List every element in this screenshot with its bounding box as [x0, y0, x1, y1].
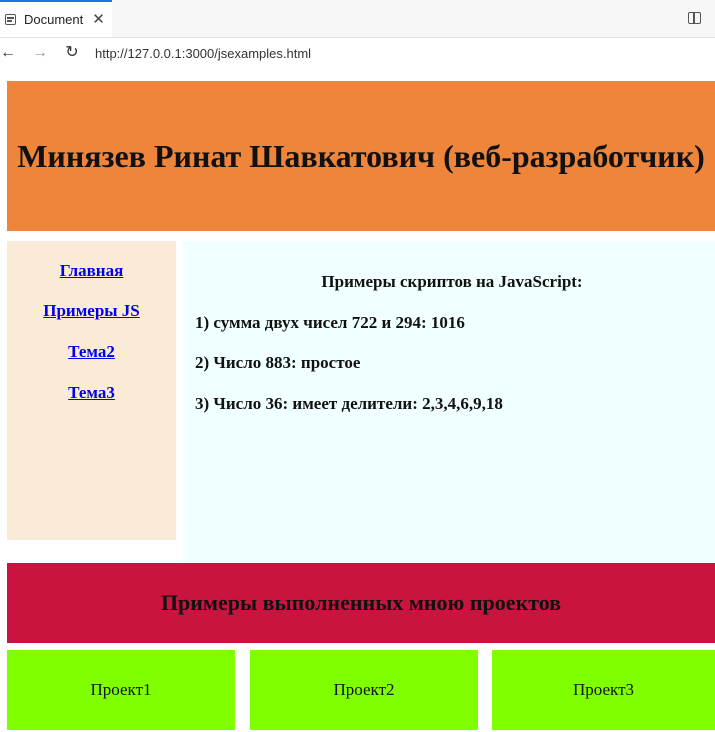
split-view-icon[interactable]: [688, 12, 701, 24]
project-tile-2[interactable]: Проект2: [250, 650, 478, 730]
content-title: Примеры скриптов на JavaScript:: [321, 272, 583, 291]
nav-link-js-examples[interactable]: Примеры JS: [7, 301, 176, 321]
projects-banner: Примеры выполненных мною проектов: [7, 563, 715, 643]
page-header: Минязев Ринат Шавкатович (веб-разработчи…: [7, 81, 715, 231]
document-icon: [5, 14, 16, 25]
nav-link-home[interactable]: Главная: [7, 261, 176, 281]
tab-title: Document: [24, 12, 84, 27]
address-bar: ← → ↻ http://127.0.0.1:3000/jsexamples.h…: [0, 38, 715, 72]
reload-icon[interactable]: ↻: [62, 43, 82, 63]
forward-arrow-icon[interactable]: →: [30, 43, 50, 63]
nav-link-topic3[interactable]: Тема3: [7, 383, 176, 403]
project-tile-1[interactable]: Проект1: [7, 650, 235, 730]
nav-link-topic2[interactable]: Тема2: [7, 342, 176, 362]
close-tab-icon[interactable]: ✕: [92, 12, 105, 27]
projects-heading: Примеры выполненных мною проектов: [160, 590, 562, 615]
example-sum-line: 1) сумма двух чисел 722 и 294: 1016: [195, 313, 465, 332]
url-field[interactable]: http://127.0.0.1:3000/jsexamples.html: [95, 46, 311, 61]
browser-tab-bar: Document ✕: [0, 0, 715, 38]
browser-tab-document[interactable]: Document ✕: [0, 0, 112, 37]
example-prime-line: 2) Число 883: простое: [195, 353, 361, 372]
project-tile-3[interactable]: Проект3: [492, 650, 715, 730]
back-arrow-icon[interactable]: ←: [0, 43, 18, 63]
sidebar-nav: Главная Примеры JS Тема2 Тема3: [7, 241, 176, 540]
example-divisors-line: 3) Число 36: имеет делители: 2,3,4,6,9,1…: [195, 394, 503, 413]
page-title: Минязев Ринат Шавкатович (веб-разработчи…: [17, 137, 705, 174]
main-content: Примеры скриптов на JavaScript: 1) сумма…: [183, 241, 715, 561]
